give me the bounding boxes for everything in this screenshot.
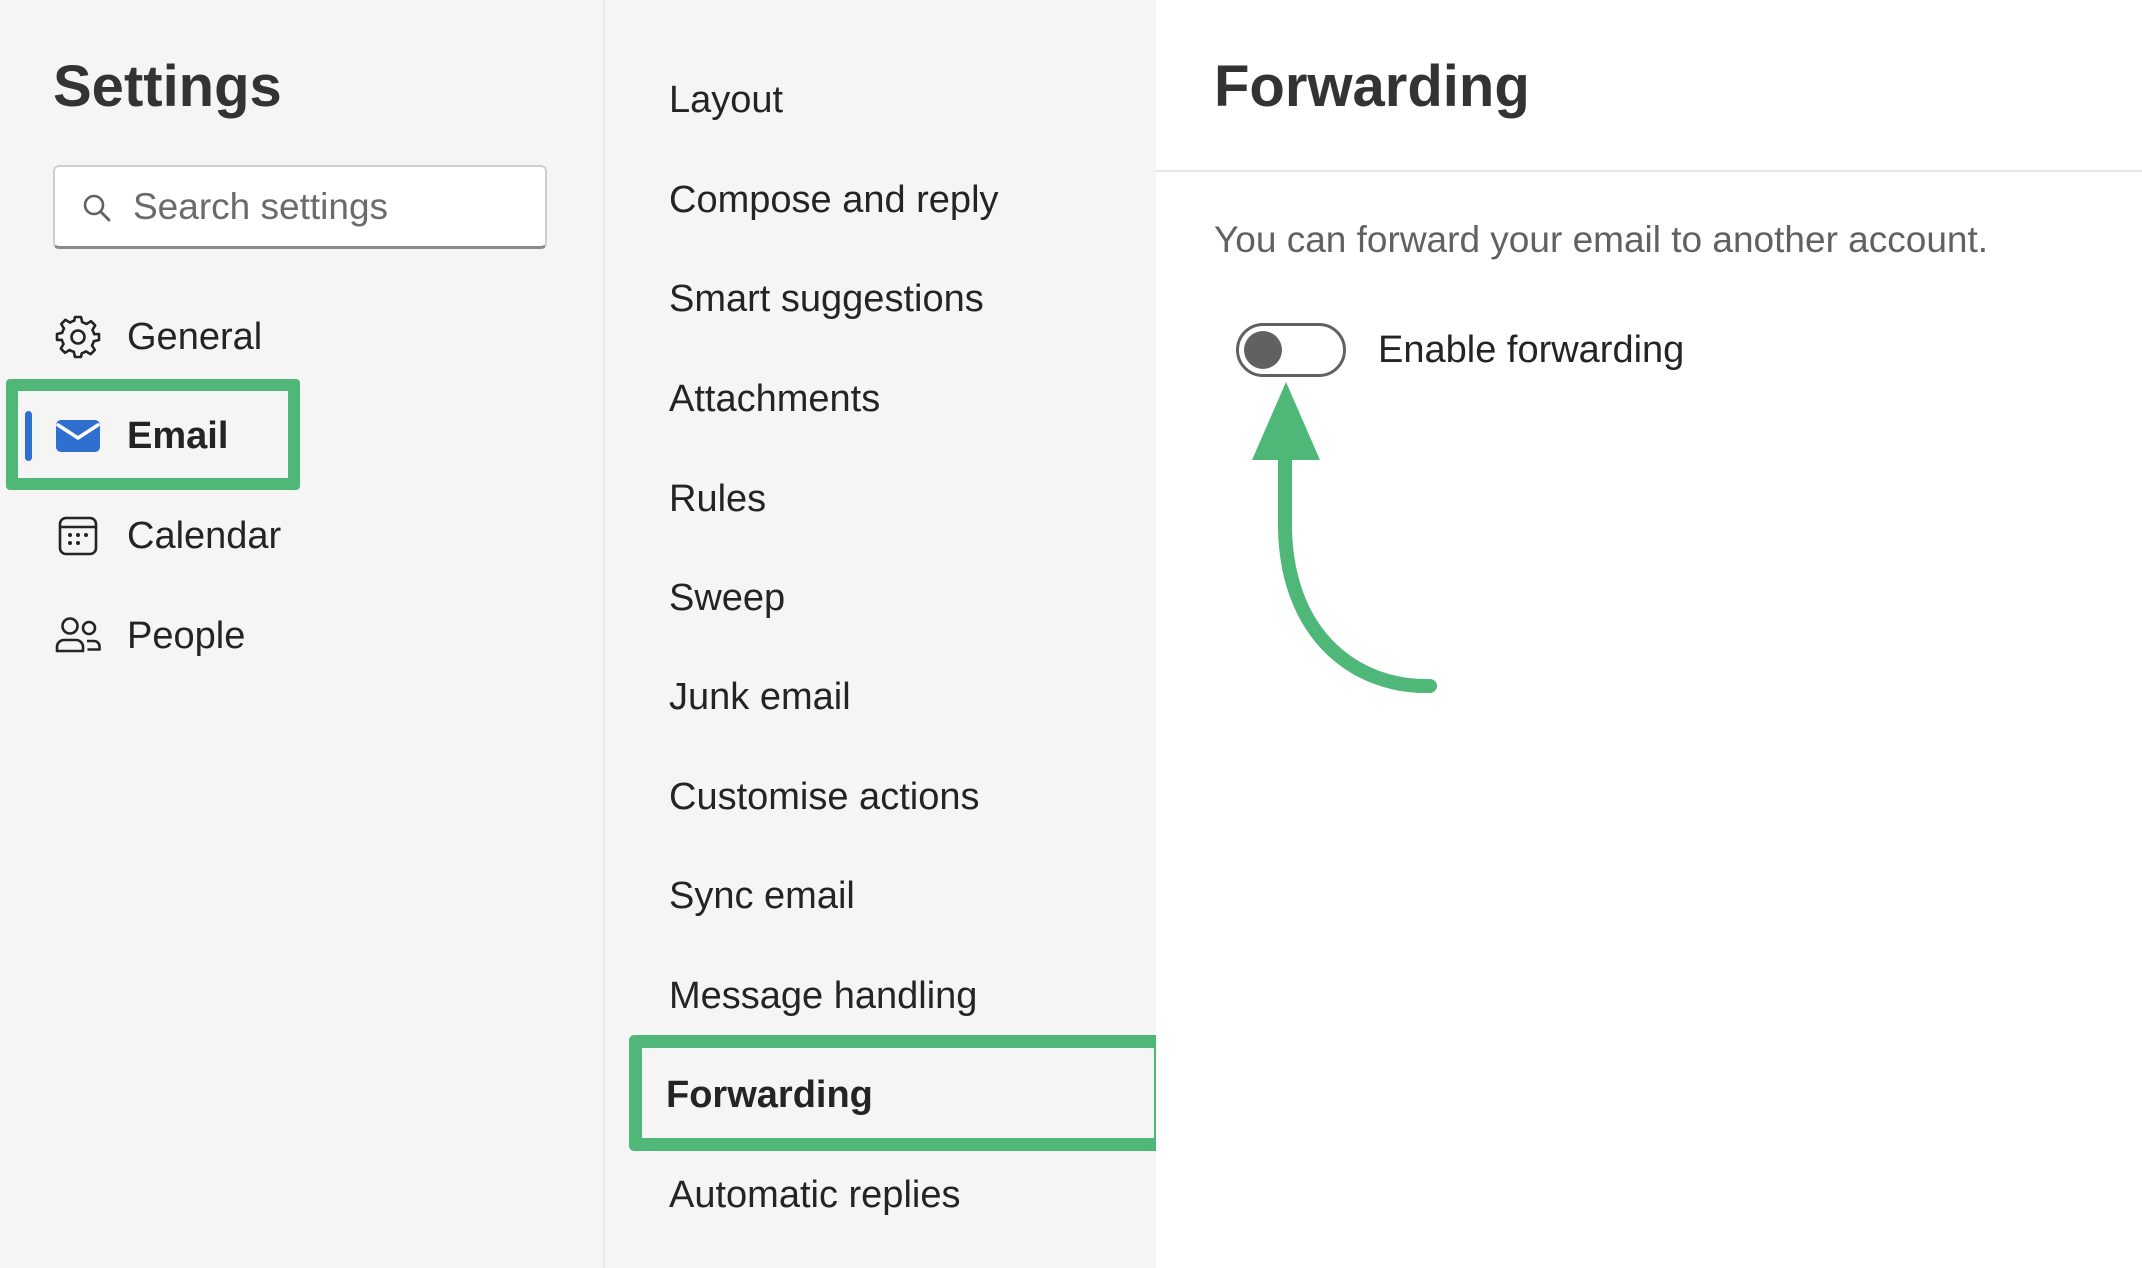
submenu-item-automatic-replies[interactable]: Automatic replies bbox=[669, 1160, 960, 1230]
gear-icon bbox=[53, 312, 103, 362]
submenu-item-rules[interactable]: Rules bbox=[669, 464, 766, 534]
settings-title: Settings bbox=[53, 54, 282, 119]
settings-sidebar: Settings General bbox=[0, 0, 604, 1268]
submenu-item-message-handling[interactable]: Message handling bbox=[669, 961, 977, 1031]
submenu-item-forwarding[interactable]: Forwarding bbox=[666, 1060, 873, 1130]
submenu-item-smart-suggestions[interactable]: Smart suggestions bbox=[669, 264, 984, 334]
selection-indicator bbox=[25, 411, 32, 461]
sidebar-item-general[interactable]: General bbox=[53, 302, 573, 372]
submenu-item-sync-email[interactable]: Sync email bbox=[669, 861, 855, 931]
enable-forwarding-label: Enable forwarding bbox=[1378, 329, 1685, 371]
email-settings-submenu: Layout Compose and reply Smart suggestio… bbox=[604, 0, 1167, 1268]
sidebar-item-calendar[interactable]: Calendar bbox=[53, 501, 573, 571]
forwarding-panel: Forwarding You can forward your email to… bbox=[1156, 0, 2142, 1268]
settings-window: Settings General bbox=[0, 0, 2142, 1268]
people-icon bbox=[53, 611, 103, 661]
calendar-icon bbox=[53, 511, 103, 561]
sidebar-item-people[interactable]: People bbox=[53, 601, 573, 671]
column-divider bbox=[603, 0, 605, 1268]
submenu-item-compose-and-reply[interactable]: Compose and reply bbox=[669, 165, 999, 235]
sidebar-item-label: General bbox=[127, 316, 263, 358]
enable-forwarding-toggle[interactable] bbox=[1236, 323, 1346, 377]
mail-icon bbox=[53, 411, 103, 461]
panel-description: You can forward your email to another ac… bbox=[1214, 219, 1989, 260]
sidebar-item-label: Email bbox=[127, 415, 229, 457]
sidebar-item-label: Calendar bbox=[127, 515, 282, 557]
panel-title: Forwarding bbox=[1214, 54, 1530, 119]
submenu-item-sweep[interactable]: Sweep bbox=[669, 563, 785, 633]
sidebar-item-label: People bbox=[127, 615, 246, 657]
toggle-knob bbox=[1244, 331, 1282, 369]
panel-divider bbox=[1156, 170, 2142, 172]
submenu-item-customise-actions[interactable]: Customise actions bbox=[669, 762, 979, 832]
search-box[interactable] bbox=[53, 165, 547, 249]
search-icon bbox=[83, 194, 111, 222]
submenu-item-layout[interactable]: Layout bbox=[669, 65, 783, 135]
submenu-item-attachments[interactable]: Attachments bbox=[669, 364, 880, 434]
search-input[interactable] bbox=[133, 175, 523, 239]
sidebar-item-email[interactable]: Email bbox=[53, 401, 573, 471]
submenu-item-junk-email[interactable]: Junk email bbox=[669, 662, 851, 732]
